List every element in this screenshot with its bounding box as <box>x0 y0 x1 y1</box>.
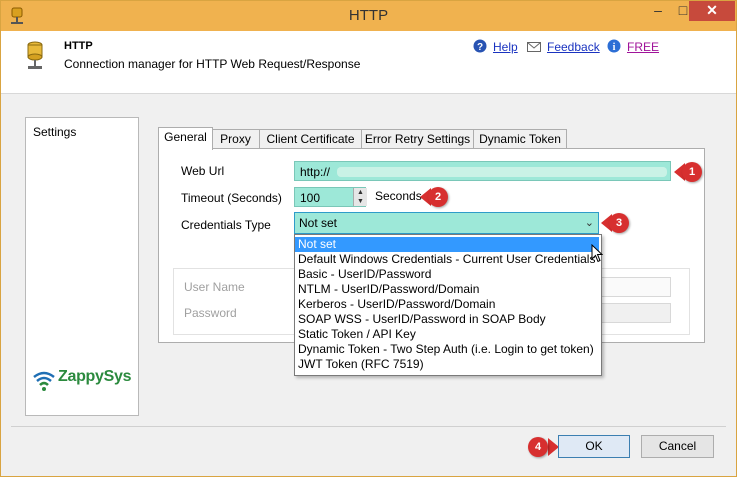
database-icon <box>27 41 43 69</box>
callout-badge-1: 1 <box>682 162 702 182</box>
web-url-value: http:// <box>300 165 331 179</box>
http-connection-dialog: HTTP – □ ✕ HTTP Connection manager for H… <box>0 0 737 477</box>
dropdown-option-not-set[interactable]: Not set <box>295 237 599 252</box>
web-url-input[interactable]: http:// <box>294 161 671 181</box>
ok-button[interactable]: OK <box>558 435 630 458</box>
free-link[interactable]: FREE <box>627 40 659 54</box>
tab-proxy[interactable]: Proxy <box>211 129 260 150</box>
svg-text:?: ? <box>477 42 483 53</box>
mouse-cursor-icon <box>591 244 603 263</box>
dropdown-option-basic[interactable]: Basic - UserID/Password <box>295 267 599 282</box>
tab-client-certificate[interactable]: Client Certificate <box>259 129 362 150</box>
svg-text:i: i <box>613 42 616 53</box>
header: HTTP Connection manager for HTTP Web Req… <box>1 31 736 94</box>
web-url-label: Web Url <box>181 164 225 178</box>
password-label: Password <box>184 306 237 320</box>
header-title: HTTP <box>64 40 93 52</box>
logo-text-zappy: Zappy <box>58 368 104 385</box>
chevron-down-icon[interactable]: ⌄ <box>585 213 594 233</box>
dropdown-option-soap-wss[interactable]: SOAP WSS - UserID/Password in SOAP Body <box>295 312 599 327</box>
timeout-value: 100 <box>300 191 321 205</box>
user-name-input[interactable] <box>599 277 671 297</box>
spin-down-icon[interactable]: ▼ <box>354 197 367 206</box>
sidebar: Settings ZappySys <box>25 117 139 416</box>
logo-text-sys: Sys <box>103 368 132 385</box>
callout-badge-3: 3 <box>609 213 629 233</box>
tab-general[interactable]: General <box>158 127 213 150</box>
title-bar[interactable]: HTTP – □ ✕ <box>1 1 736 31</box>
timeout-label: Timeout (Seconds) <box>181 191 282 205</box>
info-icon[interactable]: i <box>607 39 621 53</box>
dropdown-option-ntlm[interactable]: NTLM - UserID/Password/Domain <box>295 282 599 297</box>
tab-dynamic-token[interactable]: Dynamic Token <box>473 129 567 150</box>
redacted-url-text <box>337 167 667 177</box>
cancel-button[interactable]: Cancel <box>641 435 714 458</box>
credentials-type-value: Not set <box>299 216 338 230</box>
zappysys-logo: ZappySys <box>32 366 136 396</box>
dropdown-option-jwt-token[interactable]: JWT Token (RFC 7519) <box>295 357 599 372</box>
dropdown-option-static-token[interactable]: Static Token / API Key <box>295 327 599 342</box>
timeout-spinner[interactable]: ▲ ▼ <box>353 188 367 206</box>
dropdown-option-kerberos[interactable]: Kerberos - UserID/Password/Domain <box>295 297 599 312</box>
mail-icon[interactable] <box>527 40 541 54</box>
dropdown-option-dynamic-token[interactable]: Dynamic Token - Two Step Auth (i.e. Logi… <box>295 342 599 357</box>
credentials-type-label: Credentials Type <box>181 218 271 232</box>
credentials-type-select[interactable]: Not set ⌄ <box>294 212 599 234</box>
feedback-link[interactable]: Feedback <box>547 40 600 54</box>
timeout-input[interactable]: 100 ▲ ▼ <box>294 187 367 207</box>
footer-separator <box>11 426 726 427</box>
tab-error-retry-settings[interactable]: Error Retry Settings <box>361 129 474 150</box>
password-input[interactable] <box>599 303 671 323</box>
callout-badge-2: 2 <box>428 187 448 207</box>
header-subtitle: Connection manager for HTTP Web Request/… <box>64 57 361 71</box>
timeout-unit-label: Seconds <box>375 189 422 203</box>
credentials-dropdown-list[interactable]: Not set Default Windows Credentials - Cu… <box>294 234 602 376</box>
spin-up-icon[interactable]: ▲ <box>354 188 367 197</box>
help-icon[interactable]: ? <box>473 39 487 53</box>
close-button[interactable]: ✕ <box>689 1 735 21</box>
callout-badge-4: 4 <box>528 437 548 457</box>
sidebar-item-settings[interactable]: Settings <box>33 125 76 139</box>
logo-text: ZappySys <box>58 368 131 386</box>
help-link[interactable]: Help <box>493 40 518 54</box>
window-title: HTTP <box>348 7 389 24</box>
wifi-logo-icon <box>33 371 55 391</box>
minimize-button[interactable]: – <box>645 1 671 21</box>
user-name-label: User Name <box>184 280 245 294</box>
dropdown-option-default-windows[interactable]: Default Windows Credentials - Current Us… <box>295 252 599 267</box>
